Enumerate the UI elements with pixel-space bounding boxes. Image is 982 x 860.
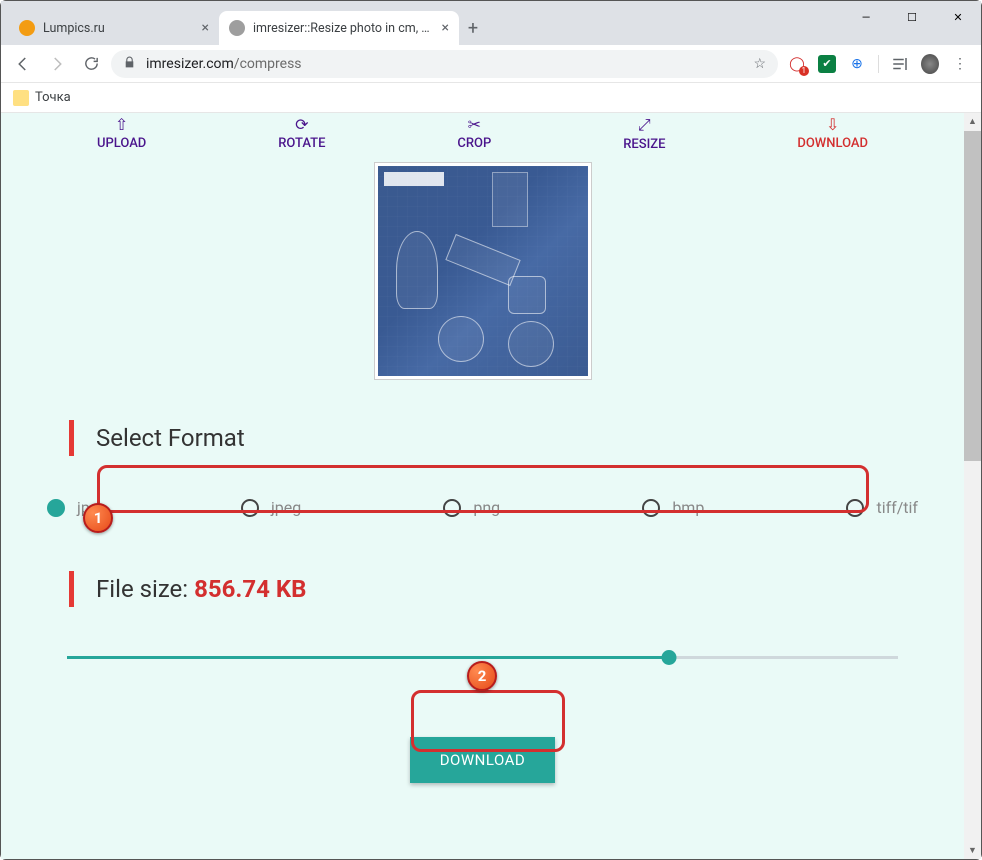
close-icon[interactable]: × xyxy=(442,20,449,36)
format-label: bmp xyxy=(672,498,704,517)
format-label: tiff/tif xyxy=(876,498,918,517)
resize-icon: ⤢ xyxy=(623,115,665,135)
step-download[interactable]: ⇩ DOWNLOAD xyxy=(797,115,868,152)
browser-toolbar: imresizer.com/compress ☆ ◯1 ✔ ⊕ ⋮ xyxy=(1,45,981,83)
select-format-heading: Select Format xyxy=(69,420,904,456)
radio-icon xyxy=(443,499,461,517)
close-window-button[interactable]: ✕ xyxy=(935,1,981,33)
reload-icon xyxy=(83,55,100,72)
extension-area: ◯1 ✔ ⊕ ⋮ xyxy=(784,55,973,73)
filesize-value: 856.74 KB xyxy=(194,575,306,603)
preview-image xyxy=(378,166,588,376)
reading-list-icon[interactable] xyxy=(891,55,909,73)
back-button[interactable] xyxy=(9,50,37,78)
slider-track xyxy=(67,656,898,659)
format-option-tiff[interactable]: tiff/tif xyxy=(846,498,918,517)
format-options: jpg jpeg png bmp tiff/tif xyxy=(21,484,944,531)
folder-icon xyxy=(13,90,29,106)
window-controls: — ☐ ✕ xyxy=(843,1,981,33)
download-button[interactable]: DOWNLOAD xyxy=(410,737,556,783)
format-option-png[interactable]: png xyxy=(443,498,500,517)
format-option-jpeg[interactable]: jpeg xyxy=(241,498,301,517)
step-label: RESIZE xyxy=(623,137,665,152)
step-label: ROTATE xyxy=(278,136,325,151)
filesize-label: File size: xyxy=(96,575,194,603)
minimize-button[interactable]: — xyxy=(843,1,889,33)
step-label: CROP xyxy=(457,136,491,151)
browser-tab-active[interactable]: imresizer::Resize photo in cm, mm × xyxy=(219,11,459,45)
browser-tab-inactive[interactable]: Lumpics.ru × xyxy=(9,11,219,45)
step-label: DOWNLOAD xyxy=(797,136,868,151)
radio-icon xyxy=(846,499,864,517)
step-resize[interactable]: ⤢ RESIZE xyxy=(623,115,665,152)
lock-icon xyxy=(123,56,136,72)
format-label: png xyxy=(473,498,500,517)
separator xyxy=(878,55,879,73)
arrow-right-icon xyxy=(48,55,66,73)
rotate-icon: ⟳ xyxy=(278,115,325,134)
file-size-heading: File size: 856.74 KB xyxy=(69,571,904,607)
download-icon: ⇩ xyxy=(797,115,868,134)
scroll-down-icon[interactable]: ▼ xyxy=(964,842,981,859)
favicon-icon xyxy=(229,20,245,36)
forward-button[interactable] xyxy=(43,50,71,78)
reload-button[interactable] xyxy=(77,50,105,78)
step-crop[interactable]: ✂ CROP xyxy=(457,115,491,152)
annotation-marker-1: 1 xyxy=(83,503,113,533)
maximize-button[interactable]: ☐ xyxy=(889,1,935,33)
crop-icon: ✂ xyxy=(457,115,491,134)
browser-titlebar: Lumpics.ru × imresizer::Resize photo in … xyxy=(1,1,981,45)
menu-button[interactable]: ⋮ xyxy=(951,55,969,73)
close-icon[interactable]: × xyxy=(202,20,209,36)
step-nav: ⇧ UPLOAD ⟳ ROTATE ✂ CROP ⤢ RESIZE ⇩ DOWNLOAD xyxy=(1,113,964,158)
address-bar[interactable]: imresizer.com/compress ☆ xyxy=(111,50,778,78)
step-upload[interactable]: ⇧ UPLOAD xyxy=(97,115,146,152)
favicon-icon xyxy=(19,20,35,36)
page-viewport: ⇧ UPLOAD ⟳ ROTATE ✂ CROP ⤢ RESIZE ⇩ DOWNLOAD xyxy=(1,113,981,859)
tab-title: Lumpics.ru xyxy=(43,21,194,36)
format-option-bmp[interactable]: bmp xyxy=(642,498,704,517)
image-preview xyxy=(374,162,592,380)
bookmarks-bar: Точка xyxy=(1,83,981,113)
slider-thumb[interactable] xyxy=(662,650,677,665)
bookmark-star-icon[interactable]: ☆ xyxy=(753,56,766,72)
upload-icon: ⇧ xyxy=(97,115,146,134)
format-label: jpeg xyxy=(271,498,301,517)
radio-icon xyxy=(642,499,660,517)
scrollbar-thumb[interactable] xyxy=(964,131,981,461)
extension-icon[interactable]: ◯1 xyxy=(788,55,806,73)
radio-icon xyxy=(241,499,259,517)
annotation-marker-2: 2 xyxy=(467,661,497,691)
scroll-up-icon[interactable]: ▲ xyxy=(964,113,981,130)
tab-title: imresizer::Resize photo in cm, mm xyxy=(253,21,434,36)
step-label: UPLOAD xyxy=(97,136,146,151)
bookmark-item[interactable]: Точка xyxy=(35,90,71,105)
extension-icon[interactable]: ⊕ xyxy=(848,55,866,73)
preview-container xyxy=(1,158,964,400)
arrow-left-icon xyxy=(14,55,32,73)
profile-avatar[interactable] xyxy=(921,55,939,73)
url-text: imresizer.com/compress xyxy=(146,56,302,72)
extension-icon[interactable]: ✔ xyxy=(818,55,836,73)
new-tab-button[interactable]: + xyxy=(459,14,487,42)
radio-icon xyxy=(47,499,65,517)
step-rotate[interactable]: ⟳ ROTATE xyxy=(278,115,325,152)
